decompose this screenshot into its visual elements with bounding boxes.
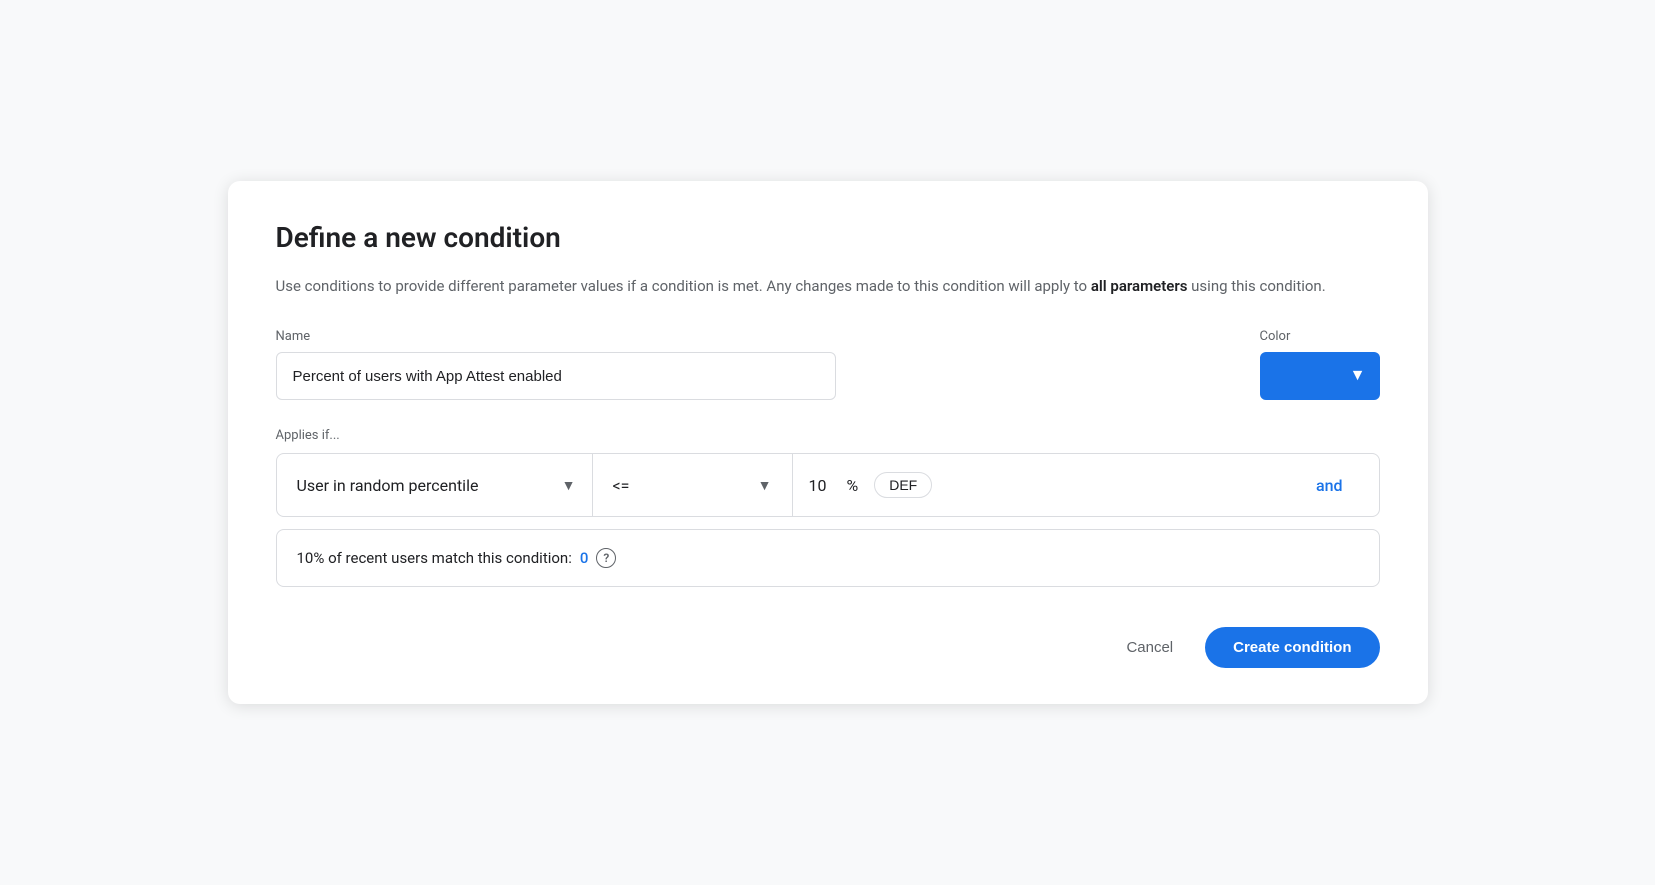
description-suffix: using this condition. [1187, 277, 1325, 295]
value-number: 10 [809, 476, 839, 495]
create-condition-button[interactable]: Create condition [1205, 627, 1379, 668]
description-bold: all parameters [1091, 277, 1188, 295]
dialog-title: Define a new condition [276, 221, 1380, 255]
match-info-box: 10% of recent users match this condition… [276, 529, 1380, 587]
color-picker-button[interactable]: ▼ [1260, 352, 1380, 400]
condition-type-text: User in random percentile [297, 476, 479, 495]
value-section: 10 % DEF and [793, 454, 1363, 516]
applies-if-section: Applies if... User in random percentile … [276, 428, 1380, 587]
condition-row: User in random percentile ▼ <= ▼ 10 % DE… [276, 453, 1380, 517]
name-color-row: Name Color ▼ [276, 329, 1380, 400]
dialog-footer: Cancel Create condition [276, 627, 1380, 668]
condition-type-select[interactable]: User in random percentile ▼ [293, 454, 593, 516]
def-badge-button[interactable]: DEF [874, 472, 932, 498]
match-count: 0 [580, 549, 589, 567]
name-label: Name [276, 329, 1236, 344]
percent-symbol: % [847, 476, 859, 495]
color-form-group: Color ▼ [1260, 329, 1380, 400]
match-info-prefix: 10% of recent users match this condition… [297, 549, 572, 567]
description-prefix: Use conditions to provide different para… [276, 277, 1091, 295]
help-icon[interactable]: ? [596, 548, 616, 568]
operator-text: <= [613, 476, 630, 495]
define-condition-dialog: Define a new condition Use conditions to… [228, 181, 1428, 704]
operator-chevron-icon: ▼ [758, 477, 772, 494]
name-form-group: Name [276, 329, 1236, 400]
chevron-down-icon: ▼ [1350, 367, 1366, 385]
condition-type-chevron-icon: ▼ [562, 477, 576, 494]
operator-select[interactable]: <= ▼ [593, 454, 793, 516]
color-label: Color [1260, 329, 1380, 344]
name-input[interactable] [276, 352, 836, 400]
cancel-button[interactable]: Cancel [1110, 629, 1189, 666]
dialog-description: Use conditions to provide different para… [276, 275, 1380, 298]
and-link[interactable]: and [1316, 476, 1347, 495]
applies-label: Applies if... [276, 428, 1380, 443]
